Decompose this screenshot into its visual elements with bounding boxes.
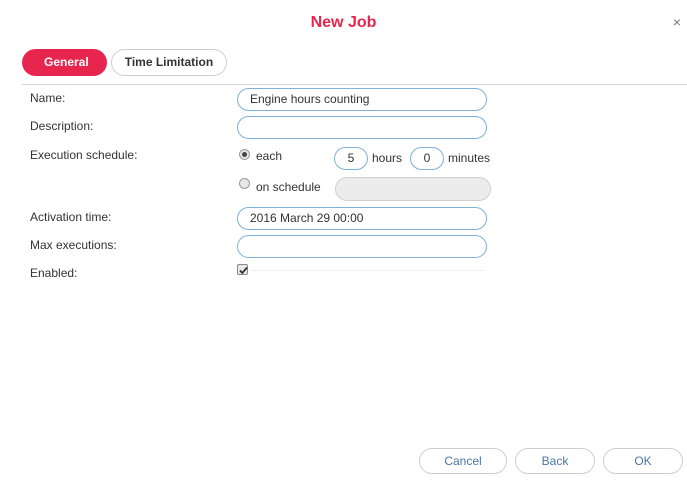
minutes-field[interactable]: 0 <box>410 147 444 170</box>
schedule-expression-field <box>335 177 491 201</box>
cancel-button[interactable]: Cancel <box>419 448 507 474</box>
tab-bar: General Time Limitation <box>22 49 228 76</box>
back-button[interactable]: Back <box>515 448 595 474</box>
on-schedule-radio[interactable] <box>239 178 250 189</box>
ok-button[interactable]: OK <box>603 448 683 474</box>
name-label: Name: <box>30 91 66 105</box>
max-executions-field[interactable] <box>237 235 487 258</box>
tab-time-limitation[interactable]: Time Limitation <box>110 49 228 76</box>
enabled-label: Enabled: <box>30 266 78 280</box>
description-label: Description: <box>30 119 94 133</box>
new-job-dialog: New Job × General Time Limitation Name: … <box>0 0 687 483</box>
activation-time-label: Activation time: <box>30 210 112 224</box>
description-field[interactable] <box>237 116 487 139</box>
enabled-row-line <box>250 270 485 271</box>
tab-divider <box>22 84 687 85</box>
name-field[interactable]: Engine hours counting <box>237 88 487 111</box>
each-label: each <box>256 149 283 163</box>
max-executions-label: Max executions: <box>30 238 117 252</box>
hours-field[interactable]: 5 <box>334 147 368 170</box>
checkmark-icon <box>239 266 248 275</box>
enabled-checkbox[interactable] <box>237 264 248 275</box>
dialog-title: New Job <box>310 14 377 31</box>
on-schedule-label: on schedule <box>256 180 321 194</box>
each-radio[interactable] <box>239 149 250 160</box>
tab-general[interactable]: General <box>22 49 107 76</box>
close-icon[interactable]: × <box>673 14 681 30</box>
hours-label: hours <box>372 151 403 165</box>
execution-schedule-label: Execution schedule: <box>30 148 138 162</box>
activation-time-field[interactable]: 2016 March 29 00:00 <box>237 207 487 230</box>
minutes-label: minutes <box>448 151 491 165</box>
